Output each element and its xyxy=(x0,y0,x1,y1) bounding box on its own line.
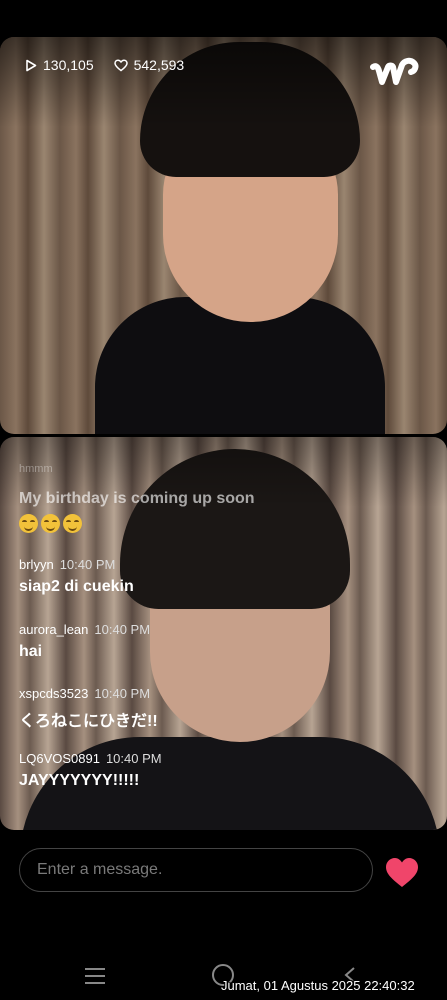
chat-time: 10:40 PM xyxy=(94,686,151,701)
chat-text: くろねこにひきだ!! xyxy=(19,713,158,730)
chat-username[interactable]: xspcds3523 xyxy=(19,686,88,701)
chat-time: 10:40 PM xyxy=(59,557,116,572)
timestamp-overlay: Jumat, 01 Agustus 2025 22:40:32 xyxy=(221,978,415,993)
pinned-message: My birthday is coming up soon xyxy=(19,490,255,507)
chat-username[interactable]: LQ6VOS0891 xyxy=(19,751,100,766)
chat-text: hai xyxy=(19,643,43,660)
chat-time: 10:40 PM xyxy=(105,751,162,766)
smiling-face-icon xyxy=(19,514,38,533)
faded-chat-line: hmmm xyxy=(19,463,53,475)
like-count: 542,593 xyxy=(133,57,185,73)
chat-username[interactable]: brlyyn xyxy=(19,557,54,572)
message-input[interactable] xyxy=(19,848,373,892)
weverse-logo[interactable] xyxy=(370,55,420,93)
chat-message: xspcds3523 10:40 PM くろねこにひきだ!! xyxy=(19,686,158,731)
video-top xyxy=(0,37,447,434)
smiling-face-icon xyxy=(63,514,82,533)
pinned-emoji-row xyxy=(19,514,82,533)
smiling-face-icon xyxy=(41,514,60,533)
view-count: 130,105 xyxy=(43,57,94,73)
chat-message: LQ6VOS0891 10:40 PM JAYYYYYYY!!!!! xyxy=(19,751,162,790)
chat-time: 10:40 PM xyxy=(94,622,151,637)
live-stats: 130,105 542,593 xyxy=(25,57,184,73)
chat-text: siap2 di cuekin xyxy=(19,578,134,595)
play-icon xyxy=(26,59,37,71)
chat-message: aurora_lean 10:40 PM hai xyxy=(19,622,150,661)
menu-icon[interactable] xyxy=(85,968,105,984)
heart-outline-icon xyxy=(113,58,128,71)
chat-message: brlyyn 10:40 PM siap2 di cuekin xyxy=(19,557,134,596)
chat-username[interactable]: aurora_lean xyxy=(19,622,88,637)
heart-icon[interactable] xyxy=(384,856,420,890)
chat-text: JAYYYYYYY!!!!! xyxy=(19,772,140,789)
